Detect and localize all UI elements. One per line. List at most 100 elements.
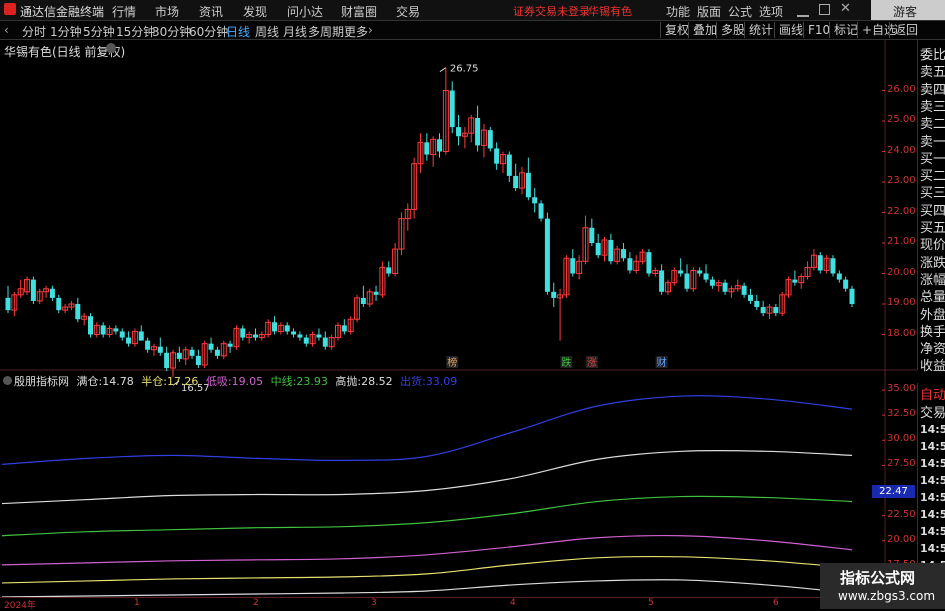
quote-row-label[interactable]: 净资 — [920, 338, 945, 357]
quote-row-label[interactable]: 涨幅 — [920, 269, 945, 288]
period-tab[interactable]: 周线 — [255, 23, 279, 40]
quote-row-label[interactable]: 买五 — [920, 217, 945, 236]
indicator-line — [1, 555, 853, 584]
period-tab[interactable]: 60分钟 — [189, 23, 228, 40]
trade-time: 14:56 — [920, 508, 945, 521]
candle-body — [449, 90, 455, 128]
period-tab[interactable]: 月线 — [283, 23, 307, 40]
event-marker: 财 — [657, 356, 667, 369]
settings-dot-icon[interactable] — [106, 43, 116, 53]
candle-body — [551, 291, 557, 298]
trade-label[interactable]: 交易 — [920, 402, 945, 421]
indicator-line — [1, 395, 853, 465]
period-tab[interactable]: 分时 — [22, 23, 46, 40]
candle-body — [157, 346, 163, 353]
quote-row-label[interactable]: 买二 — [920, 165, 945, 184]
candle-body — [5, 297, 11, 311]
candle-body — [195, 355, 201, 365]
period-tab[interactable]: 更多 — [344, 23, 368, 40]
candle-body — [424, 142, 430, 155]
period-tab[interactable]: 15分钟 — [116, 23, 155, 40]
menu-ask[interactable]: 问小达 — [287, 3, 323, 20]
quote-row-label[interactable]: 委比 — [920, 44, 945, 63]
candle-body — [703, 273, 709, 280]
menu-formula[interactable]: 公式 — [728, 3, 752, 20]
candle-body — [373, 291, 379, 295]
quote-panel: 委比 卖五 卖四 卖三 卖二 卖一 买一 买二 买三 买四 买五 现价 涨跌 涨幅 总量 外盘 换手 净资 收益 — [917, 40, 945, 374]
candle-body — [456, 127, 462, 137]
menu-quote[interactable]: 行情 — [112, 3, 136, 20]
x-tick: 1 — [134, 598, 140, 608]
candle-body — [817, 255, 823, 271]
price-chart[interactable]: 26.7516.57榜跌涨财 — [0, 40, 917, 597]
menu-wealth[interactable]: 财富圈 — [341, 3, 377, 20]
quote-row-label[interactable]: 卖四 — [920, 79, 945, 98]
menu-news[interactable]: 资讯 — [199, 3, 223, 20]
menu-options[interactable]: 选项 — [759, 3, 783, 20]
quote-row-label[interactable]: 买一 — [920, 148, 945, 167]
menu-trade[interactable]: 交易 — [396, 3, 420, 20]
candle-body — [138, 331, 144, 341]
quote-row-label[interactable]: 卖二 — [920, 113, 945, 132]
quote-row-label[interactable]: 总量 — [920, 286, 945, 305]
period-tab[interactable]: 30分钟 — [152, 23, 191, 40]
candle-body — [544, 218, 550, 292]
btn-back[interactable]: 返回 — [889, 22, 922, 38]
quote-row-label[interactable]: 现价 — [920, 234, 945, 253]
legend-value: 17.26 — [166, 375, 199, 388]
quote-row-label[interactable]: 外盘 — [920, 304, 945, 323]
legend-value: 14.78 — [102, 375, 134, 388]
event-marker: 涨 — [587, 357, 597, 369]
candle-body — [316, 334, 322, 338]
app-logo-icon — [4, 3, 16, 15]
quote-row-label[interactable]: 卖五 — [920, 61, 945, 80]
quote-row-label[interactable]: 买三 — [920, 182, 945, 201]
minimize-icon[interactable] — [797, 5, 809, 17]
title-bar: 通达信金融终端 行情 市场 资讯 发现 问小达 财富圈 交易 证券交易未登录 华… — [0, 0, 945, 21]
indicator-settings-icon[interactable] — [3, 376, 12, 385]
high-label: 26.75 — [450, 64, 479, 75]
trade-time: 14:56 — [920, 440, 945, 453]
quote-row-label[interactable]: 买四 — [920, 200, 945, 219]
menu-function[interactable]: 功能 — [666, 3, 690, 20]
menu-discover[interactable]: 发现 — [243, 3, 267, 20]
user-label[interactable]: 游客 — [893, 3, 917, 20]
period-tab[interactable]: 1分钟 — [50, 23, 82, 40]
period-toolbar: ‹ 分时 1分钟 5分钟 15分钟 30分钟 60分钟 日线 周线 月线 多周期… — [0, 21, 945, 40]
menu-market[interactable]: 市场 — [155, 3, 179, 20]
candle-body — [164, 352, 170, 369]
trade-time: 14:56 — [920, 423, 945, 436]
candle-body — [792, 279, 798, 283]
candle-body — [291, 331, 297, 335]
quote-row-label[interactable]: 涨跌 — [920, 252, 945, 271]
quote-row-label[interactable]: 换手 — [920, 321, 945, 340]
auto-label[interactable]: 自动 — [920, 384, 945, 403]
candle-body — [100, 325, 106, 335]
candle-body — [145, 340, 151, 350]
login-notice[interactable]: 证券交易未登录 — [513, 3, 590, 19]
period-tab[interactable]: 5分钟 — [83, 23, 115, 40]
legend-label: 出货: — [400, 375, 426, 388]
candle-body — [487, 130, 493, 149]
candle-body — [386, 267, 392, 274]
btn-stats[interactable]: 统计 — [744, 22, 777, 38]
candle-body — [322, 337, 328, 347]
quote-row-label[interactable]: 卖一 — [920, 131, 945, 150]
quote-row-label[interactable]: 卖三 — [920, 96, 945, 115]
maximize-icon[interactable] — [819, 4, 830, 15]
quote-row-label[interactable]: 收益 — [920, 355, 945, 374]
indicator-line — [1, 579, 853, 597]
period-tab-active[interactable]: 日线 — [226, 23, 250, 40]
close-icon[interactable]: ✕ — [840, 1, 851, 16]
back-arrow-icon[interactable]: ‹ — [4, 23, 9, 37]
watermark-title: 指标公式网 — [840, 569, 916, 587]
period-tab[interactable]: 多周期 — [308, 23, 344, 40]
app-name: 通达信金融终端 — [20, 5, 105, 19]
candle-body — [189, 349, 195, 356]
chevron-right-icon[interactable]: › — [368, 23, 373, 37]
candle-body — [56, 297, 62, 311]
candle-body — [754, 300, 760, 308]
menu-layout[interactable]: 版面 — [697, 3, 721, 20]
watermark-url: www.zbgs3.com — [838, 589, 936, 603]
candle-body — [87, 316, 93, 335]
